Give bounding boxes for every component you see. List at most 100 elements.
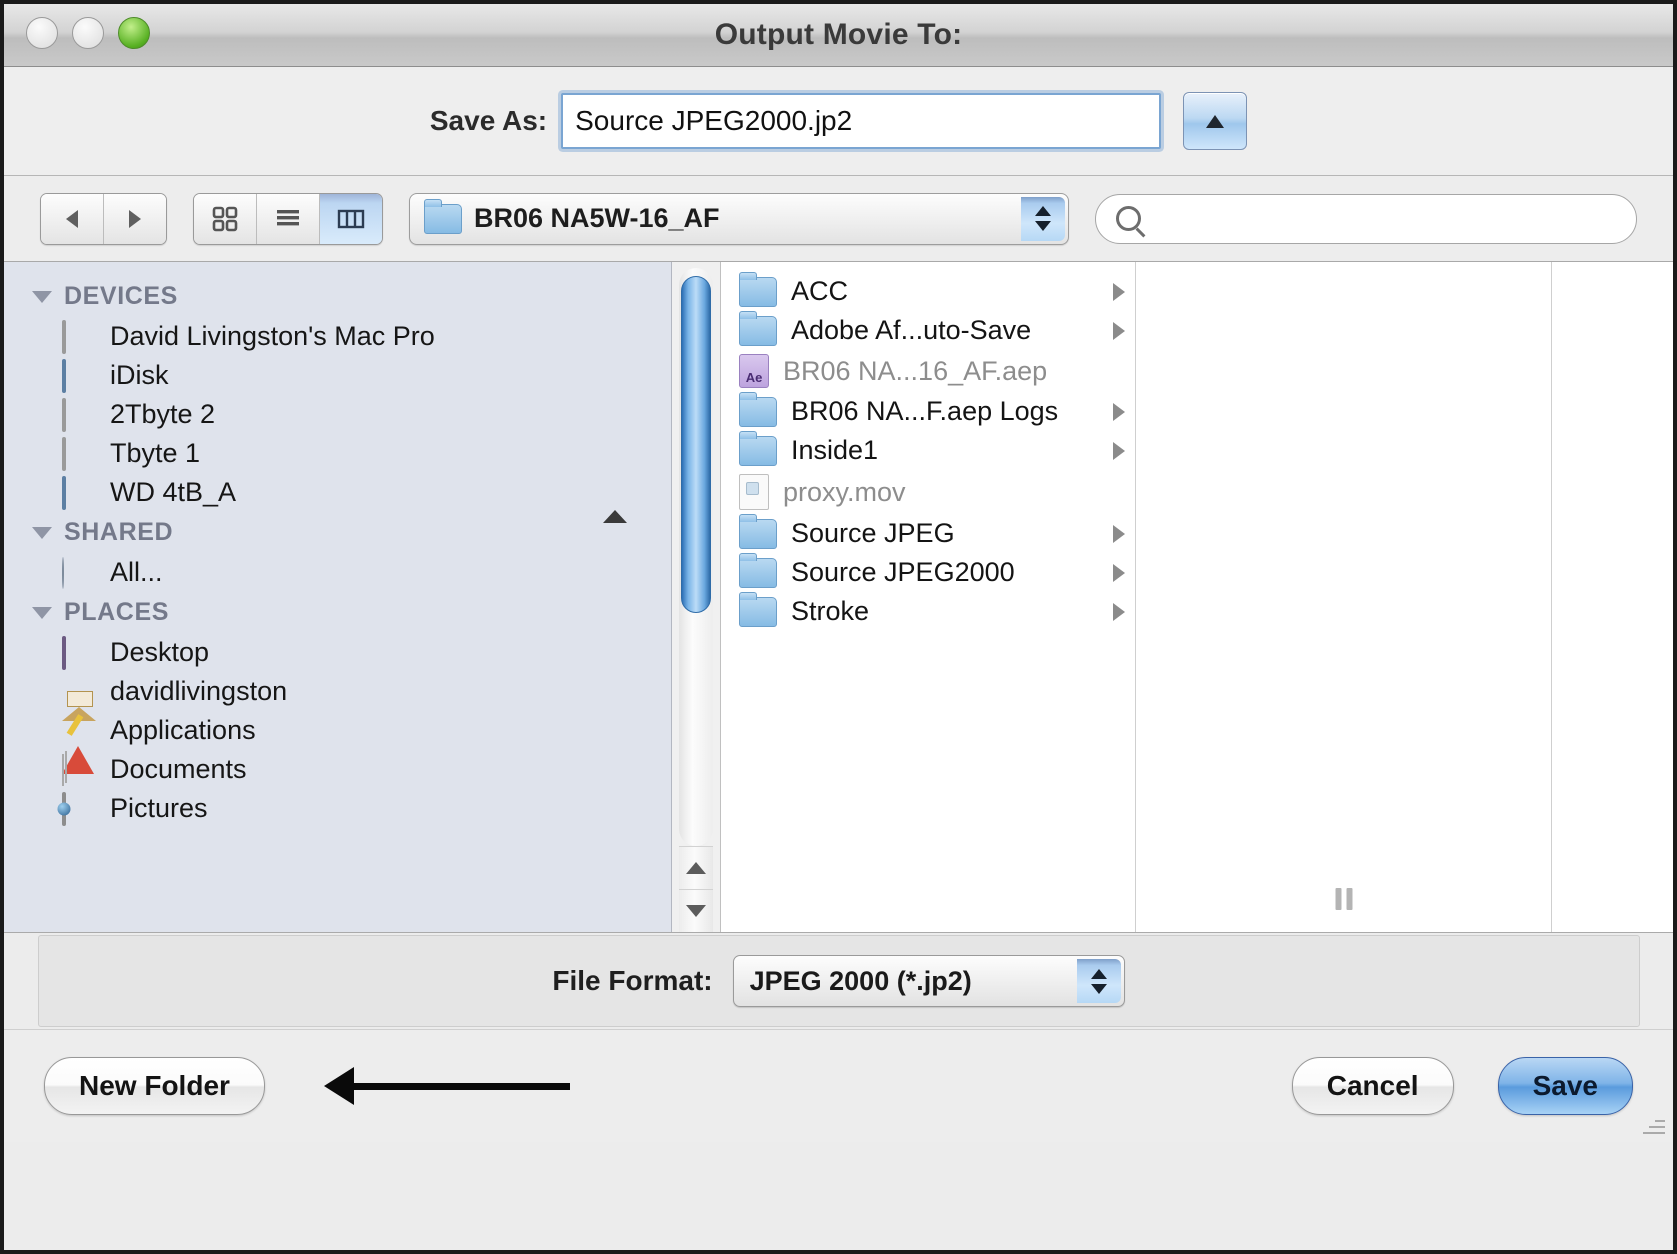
back-button[interactable] [41,193,104,244]
window-controls [26,17,150,49]
sidebar-item-label: WD 4tB_A [110,477,237,507]
save-as-label: Save As: [429,105,548,136]
sidebar-group-places[interactable]: PLACES [4,592,671,633]
file-name: ACC [791,276,849,306]
sidebar-group-devices[interactable]: DEVICES [4,276,671,317]
disclosure-triangle-icon [32,606,52,619]
zoom-button[interactable] [118,17,150,49]
forward-arrow-icon [129,209,141,228]
sidebar-item-desktop[interactable]: Desktop [4,633,671,672]
disclosure-triangle-icon [32,526,52,539]
folder-icon [739,271,777,307]
sidebar-group-label: DEVICES [64,282,178,310]
sidebar-item-label: Applications [110,715,256,745]
sidebar-item-label: Pictures [110,793,208,823]
sidebar-item-pictures[interactable]: Pictures [4,789,671,828]
file-name: BR06 NA...16_AF.aep [783,355,1048,386]
chevron-right-icon [1113,524,1125,543]
sidebar-item-davidlivingston[interactable]: davidlivingston [4,672,671,721]
file-row[interactable]: ACC [721,271,1135,311]
sidebar-item-tbyte-1[interactable]: Tbyte 1 [4,434,671,473]
search-input[interactable] [1153,203,1636,234]
new-folder-button[interactable]: New Folder [44,1057,265,1115]
hard-drive-icon [62,397,96,432]
list-view-button[interactable] [257,193,320,244]
sidebar-group-label: PLACES [64,598,170,626]
forward-button[interactable] [104,193,166,244]
chevron-down-icon [1035,221,1051,231]
path-popup-stepper[interactable] [1021,196,1065,241]
file-format-popup[interactable]: JPEG 2000 (*.jp2) [732,955,1125,1007]
sidebar-item-label: davidlivingston [110,676,288,706]
network-globe-icon [62,556,96,589]
scrollbar-thumb[interactable] [681,276,711,613]
sidebar-item-all[interactable]: All... [4,553,671,592]
sidebar-group-shared[interactable]: SHARED [4,512,671,553]
back-arrow-icon [66,209,78,228]
column-scrollbar[interactable] [672,262,721,932]
sidebar-item-label: Desktop [110,637,210,667]
dialog-footer: New Folder Cancel Save [4,1030,1673,1142]
save-button[interactable]: Save [1497,1057,1633,1115]
sidebar-item-label: David Livingston's Mac Pro [110,321,435,351]
file-row[interactable]: Ae BR06 NA...16_AF.aep [721,350,1135,392]
scroll-up-button[interactable] [679,846,713,889]
folder-icon [739,430,777,466]
documents-icon [62,753,96,786]
eject-icon[interactable] [603,479,629,523]
path-popup-button[interactable]: BR06 NA5W-16_AF [409,192,1069,245]
sidebar: DEVICES David Livingston's Mac Pro iDisk… [4,262,672,932]
file-list-column: ACC Adobe Af...uto-Save Ae BR06 NA...16_… [721,262,1136,932]
file-row[interactable]: Adobe Af...uto-Save [721,310,1135,350]
sidebar-item-label: Documents [110,754,247,784]
file-format-label: File Format: [552,965,713,996]
search-field[interactable] [1095,193,1637,244]
applications-icon [62,715,96,774]
sidebar-item-label: 2Tbyte 2 [110,399,216,429]
extra-column [1552,262,1673,932]
column-resize-handle[interactable] [1335,888,1352,910]
icon-view-button[interactable] [194,193,257,244]
save-as-value: Source JPEG2000.jp2 [575,105,853,136]
desktop-icon [62,635,96,670]
save-as-input[interactable]: Source JPEG2000.jp2 [561,93,1162,149]
arrow-left-icon [324,1067,354,1105]
sidebar-item-documents[interactable]: Documents [4,750,671,789]
chevron-right-icon [1113,321,1125,340]
window-resize-grip[interactable] [1639,1110,1665,1136]
file-name: Source JPEG [791,518,955,548]
file-row[interactable]: Source JPEG [721,513,1135,553]
finder-toolbar: BR06 NA5W-16_AF [4,176,1673,262]
file-row[interactable]: Stroke [721,591,1135,631]
sidebar-item-applications[interactable]: Applications [4,711,671,774]
chevron-right-icon [1113,602,1125,621]
close-button[interactable] [26,17,58,49]
scrollbar-track[interactable] [679,268,713,846]
movie-file-icon [739,474,769,510]
expand-browser-button[interactable] [1183,92,1248,150]
window-title: Output Movie To: [714,18,963,51]
file-format-stepper[interactable] [1076,959,1121,1003]
sidebar-item-2tbyte-2[interactable]: 2Tbyte 2 [4,395,671,434]
file-row[interactable]: proxy.mov [721,470,1135,514]
minimize-button[interactable] [72,17,104,49]
sidebar-item-mac-pro[interactable]: David Livingston's Mac Pro [4,317,671,356]
scroll-down-button[interactable] [679,889,713,932]
folder-icon [739,591,777,627]
file-row[interactable]: BR06 NA...F.aep Logs [721,391,1135,431]
sidebar-item-label: All... [110,557,163,587]
file-name: Stroke [791,596,870,626]
cancel-button[interactable]: Cancel [1291,1057,1454,1115]
file-row[interactable]: Inside1 [721,430,1135,470]
sidebar-item-idisk[interactable]: iDisk [4,356,671,395]
file-row[interactable]: Source JPEG2000 [721,552,1135,592]
arrow-up-icon [686,862,706,874]
folder-icon [739,513,777,549]
file-name: Adobe Af...uto-Save [791,315,1032,345]
sidebar-item-wd-4tb-a[interactable]: WD 4tB_A [4,473,671,523]
chevron-right-icon [1113,402,1125,421]
hard-drive-icon [62,436,96,471]
file-name: Source JPEG2000 [791,557,1015,587]
column-view-button[interactable] [320,193,382,244]
chevron-right-icon [1113,441,1125,460]
